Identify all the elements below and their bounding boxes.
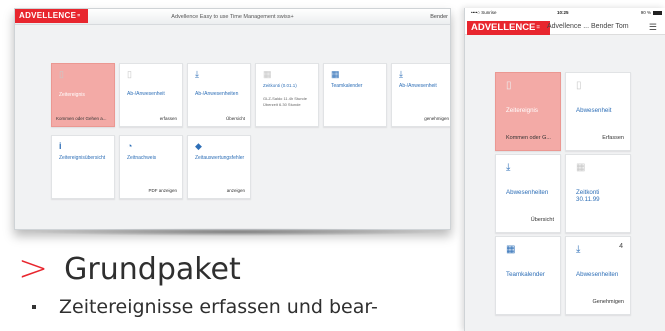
menu-icon[interactable]: ☰ <box>649 22 657 32</box>
tile-zeitauswertungsfehler[interactable]: ◆ Zeitauswertungsfehler anzeigen <box>187 135 251 199</box>
tile-zeitkonti[interactable]: ▦ Zeitkonti 30.11.99 <box>565 154 631 233</box>
download-icon: ⤓ <box>506 162 511 173</box>
calendar-grid-icon: ▦ <box>331 69 340 79</box>
tile-zeitkonti[interactable]: ▦ Zeitkonti (0.01.1) GLZ-Saldo 11.4h Stu… <box>255 63 319 127</box>
app-title: Advellence Easy to use Time Management s… <box>171 14 294 20</box>
tile-ab-anwesenheiten[interactable]: ⤓ Ab-/Anwesenheiten Übersicht <box>187 63 251 127</box>
tile-ab-anwesenheit[interactable]: ▯ Ab-/Anwesenheit erfassen <box>119 63 183 127</box>
calendar-grid-icon: ▦ <box>506 244 516 255</box>
tile-teamkalender[interactable]: ▦ Teamkalender <box>323 63 387 127</box>
desktop-header: ADVELLENCE= Advellence Easy to use Time … <box>15 9 450 25</box>
download-icon: ⤓ <box>399 69 403 79</box>
status-bar: ••••○ Sunrise 10:25 90 % <box>465 8 665 18</box>
battery-level: 90 % <box>640 10 651 15</box>
document-icon: ▯ <box>127 69 132 79</box>
document-icon: ▯ <box>506 80 512 91</box>
battery-icon <box>653 11 662 15</box>
phone-screen: ••••○ Sunrise 10:25 90 % ADVELLENCE= Adv… <box>464 8 665 331</box>
tile-zeitereignisuebersicht[interactable]: i Zeitereignisübersicht <box>51 135 115 199</box>
tile-abwesenheiten[interactable]: ⤓ Abwesenheiten Übersicht <box>495 154 561 233</box>
clock-icon: ◔ <box>127 141 133 151</box>
section-heading: > Grundpaket <box>18 249 241 289</box>
info-icon: i <box>59 141 62 151</box>
bullet-square-icon <box>32 305 36 309</box>
calendar-icon: ▦ <box>576 162 586 173</box>
diamond-icon: ◆ <box>195 141 202 151</box>
app-title: Advellence ... Bender Tom <box>547 23 629 30</box>
tile-abwesenheiten-genehmigen[interactable]: ⤓ 4 Abwesenheiten Genehmigen <box>565 236 631 315</box>
tile-teamkalender[interactable]: ▦ Teamkalender <box>495 236 561 315</box>
tile-ab-anwesenheit-genehmigen[interactable]: ⤓ Ab-/Anwesenheit genehmigen <box>391 63 450 127</box>
document-icon: ▯ <box>576 80 582 91</box>
bullet-item: Zeitereignisse erfassen und bear- <box>32 296 378 318</box>
phone-header: ADVELLENCE= Advellence ... Bender Tom ☰ <box>465 18 665 35</box>
download-icon: ⤓ <box>576 244 581 255</box>
window-shadow <box>28 228 443 236</box>
user-name[interactable]: Bender <box>430 9 448 25</box>
download-icon: ⤓ <box>195 69 199 79</box>
document-icon: ▯ <box>59 69 64 79</box>
carrier: ••••○ Sunrise <box>471 10 497 15</box>
count-badge: 4 <box>619 243 623 250</box>
tile-zeitereignis[interactable]: ▯ Zeitereignis Kommen oder Gehen a... <box>51 63 115 127</box>
chevron-right-icon: > <box>18 248 49 289</box>
calendar-icon: ▦ <box>263 69 272 79</box>
clock-time: 10:25 <box>557 10 569 15</box>
heading-text: Grundpaket <box>64 251 241 287</box>
tile-zeitnachweis[interactable]: ◔ Zeitnachweis PDF anzeigen <box>119 135 183 199</box>
tile-abwesenheit[interactable]: ▯ Abwesenheit Erfassen <box>565 72 631 151</box>
bullet-text: Zeitereignisse erfassen und bear- <box>59 296 378 318</box>
desktop-window: ADVELLENCE= Advellence Easy to use Time … <box>14 8 451 230</box>
tile-zeitereignis[interactable]: ▯ Zeitereignis Kommen oder G... <box>495 72 561 151</box>
brand-logo[interactable]: ADVELLENCE= <box>467 21 550 35</box>
